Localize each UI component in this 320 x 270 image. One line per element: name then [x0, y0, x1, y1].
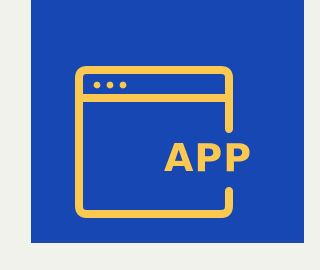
titlebar-dot: [106, 81, 114, 89]
titlebar-dot: [93, 81, 101, 89]
titlebar-dot: [119, 81, 127, 89]
app-window-icon: [31, 0, 304, 243]
tile-background: [31, 0, 304, 243]
app-icon-canvas: APP: [0, 0, 304, 270]
app-label: APP: [163, 136, 253, 180]
app-icon-tile[interactable]: APP: [31, 0, 304, 243]
